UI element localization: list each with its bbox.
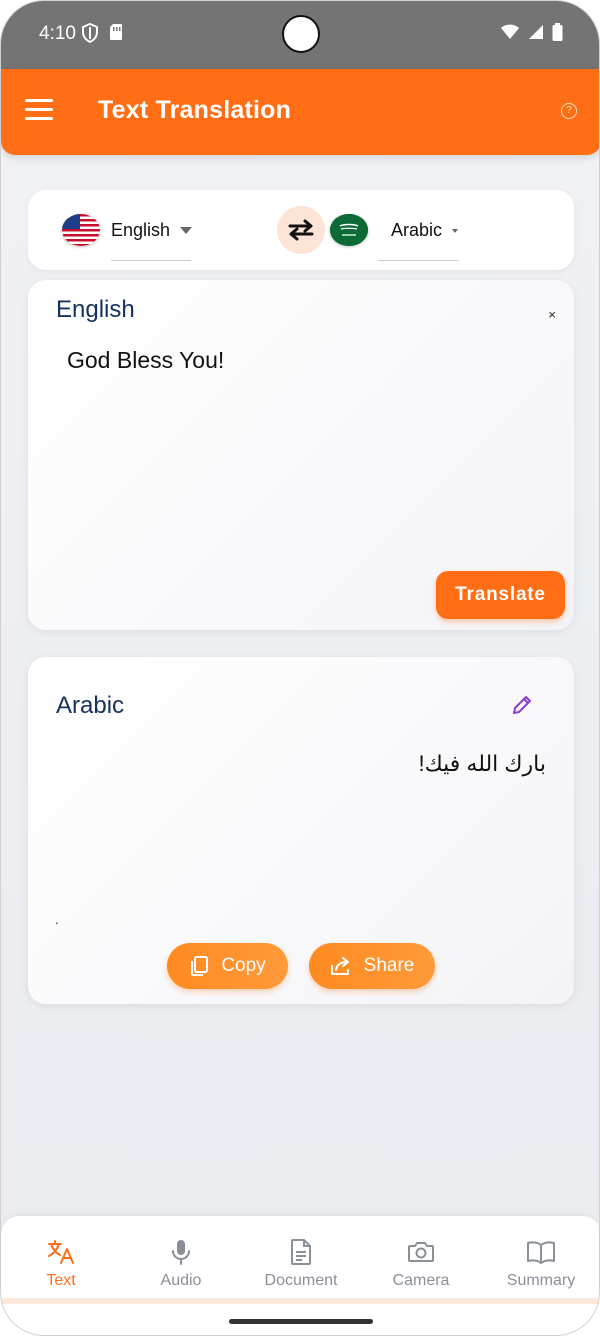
home-indicator[interactable]	[229, 1319, 373, 1324]
status-right-icons	[500, 23, 563, 41]
front-camera	[282, 15, 320, 53]
phone-screen: 4:10 Text Translation ? English Arabic E…	[0, 0, 600, 1336]
nav-item-summary[interactable]: Summary	[481, 1236, 599, 1290]
page-title: Text Translation	[98, 96, 292, 124]
document-icon	[291, 1239, 311, 1265]
source-language-underline	[111, 260, 191, 261]
copy-label: Copy	[221, 955, 266, 976]
camera-icon	[408, 1242, 434, 1262]
nav-divider-strip	[1, 1298, 599, 1304]
source-text-input[interactable]: God Bless You!	[67, 347, 537, 374]
nav-label-document: Document	[264, 1272, 338, 1289]
swap-languages-button[interactable]	[277, 206, 325, 254]
bottom-navigation: Text Audio Document Camera Summary	[1, 1216, 599, 1335]
saudi-flag-icon	[330, 214, 368, 246]
share-label: Share	[363, 955, 415, 976]
battery-icon	[552, 23, 563, 41]
status-time: 4:10	[39, 23, 76, 44]
signal-icon	[529, 25, 543, 39]
nav-label-text: Text	[46, 1272, 76, 1289]
help-icon[interactable]: ?	[561, 103, 577, 119]
book-icon	[527, 1241, 555, 1264]
nav-label-summary: Summary	[506, 1272, 576, 1289]
target-language-underline	[378, 260, 458, 261]
shield-icon	[82, 23, 98, 43]
translation-result-card: Arabic بارك الله فيك! . Copy Share	[28, 657, 574, 1004]
mic-icon	[172, 1240, 190, 1265]
translate-icon	[48, 1240, 74, 1264]
language-selector: English Arabic	[28, 190, 574, 270]
wifi-icon	[501, 24, 519, 39]
status-left-icons	[81, 23, 123, 43]
menu-icon[interactable]	[25, 99, 53, 123]
status-bar: 4:10	[1, 1, 599, 69]
translate-button[interactable]: Translate	[436, 571, 565, 619]
chevron-down-icon	[452, 228, 459, 233]
nav-item-text[interactable]: Text	[1, 1236, 121, 1290]
share-button[interactable]: Share	[309, 943, 435, 989]
target-language-dropdown[interactable]: Arabic	[391, 220, 459, 241]
chevron-down-icon	[180, 227, 193, 234]
clear-icon[interactable]: ×	[548, 307, 556, 322]
share-icon	[330, 957, 349, 975]
copy-button[interactable]: Copy	[167, 943, 288, 989]
swap-icon	[288, 219, 314, 241]
nav-label-camera: Camera	[392, 1272, 450, 1289]
source-language-dropdown[interactable]: English	[111, 220, 193, 241]
source-language-label: English	[111, 220, 171, 240]
source-card-language-label: English	[56, 296, 135, 323]
result-card-language-label: Arabic	[56, 692, 125, 719]
nav-item-document[interactable]: Document	[241, 1236, 361, 1290]
translated-text: بارك الله فيك!	[418, 751, 546, 776]
result-dot: .	[55, 912, 59, 927]
copy-icon	[191, 956, 209, 976]
sim-card-icon	[110, 24, 122, 40]
us-flag-icon	[62, 214, 100, 246]
nav-item-audio[interactable]: Audio	[121, 1236, 241, 1290]
nav-label-audio: Audio	[160, 1272, 202, 1289]
nav-item-camera[interactable]: Camera	[361, 1236, 481, 1290]
target-language-label: Arabic	[391, 220, 443, 240]
app-bar: Text Translation ?	[1, 69, 599, 155]
source-text-card: English × God Bless You! Translate	[28, 280, 574, 630]
edit-icon[interactable]	[510, 693, 534, 717]
